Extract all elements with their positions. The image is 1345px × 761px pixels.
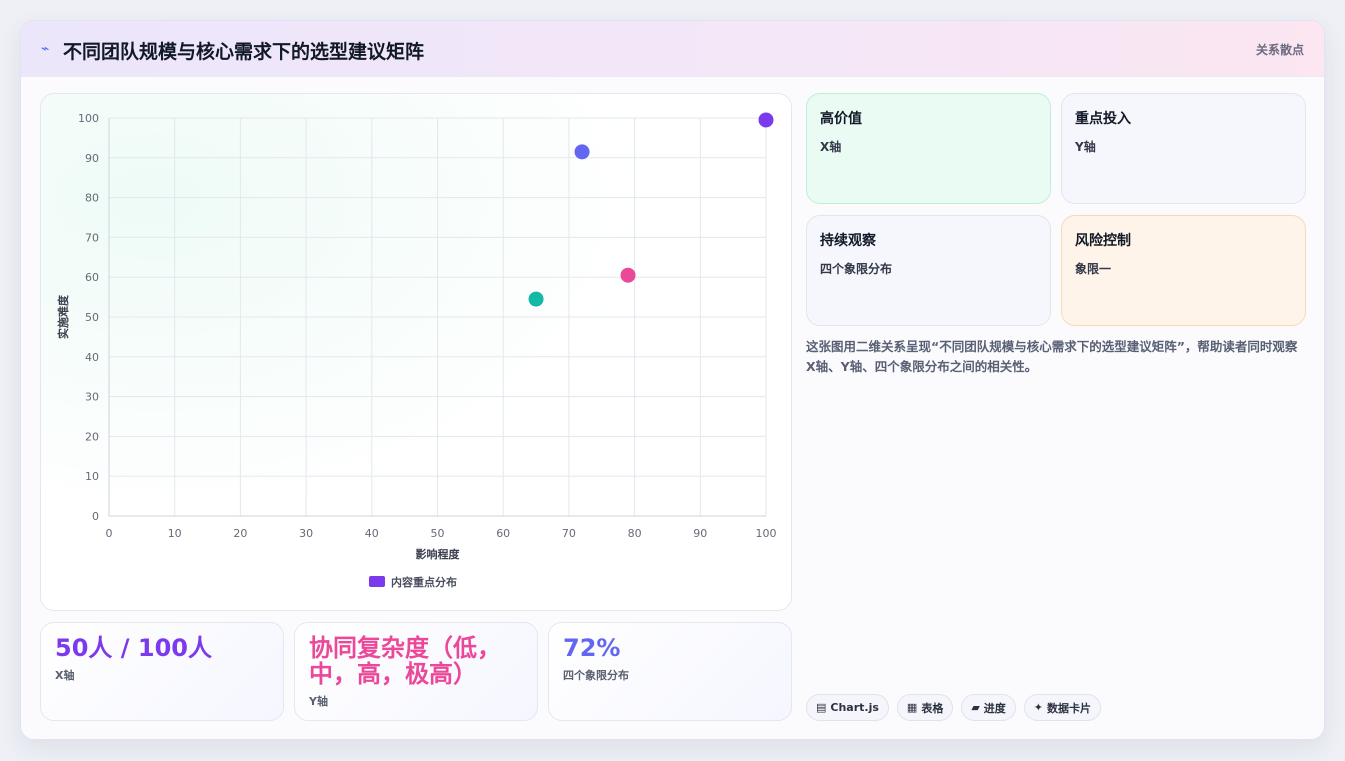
chart-icon: ▤ xyxy=(816,701,827,714)
x-tick-label: 60 xyxy=(496,527,510,540)
quadrant-card-observe: 持续观察 四个象限分布 xyxy=(806,215,1051,326)
data-point xyxy=(528,291,544,307)
stat-value: 50人 / 100人 xyxy=(55,634,212,662)
header: ⌁ 不同团队规模与核心需求下的选型建议矩阵 关系散点 xyxy=(21,21,1324,77)
chart-type-tag[interactable]: 关系散点 xyxy=(1256,41,1304,58)
y-tick-label: 10 xyxy=(85,470,99,483)
y-tick-label: 80 xyxy=(85,192,99,205)
stat-card-quadrant: 72% 四个象限分布 xyxy=(548,622,792,721)
y-tick-label: 50 xyxy=(85,311,99,324)
x-tick-label: 10 xyxy=(168,527,182,540)
data-point xyxy=(574,144,590,160)
chip-label: 表格 xyxy=(921,701,944,715)
chip-label: 进度 xyxy=(983,701,1006,715)
table-icon: ▦ xyxy=(906,701,918,714)
stat-card-y: 协同复杂度（低，中，高，极高） Y轴 xyxy=(294,622,538,721)
scatter-chart: 0 10 20 30 40 50 60 70 80 90 100 0 10 20 30 40 50 60 70 80 9… xyxy=(56,112,777,589)
quadrant-sub: X轴 xyxy=(820,140,842,154)
y-tick-label: 70 xyxy=(85,231,99,244)
chip-data-card[interactable]: ✦ 数据卡片 xyxy=(1023,694,1102,721)
quadrant-card-focus: 重点投入 Y轴 xyxy=(1061,93,1306,204)
quadrant-title: 风险控制 xyxy=(1075,233,1131,249)
data-point xyxy=(758,112,774,128)
stat-label: 四个象限分布 xyxy=(563,669,629,682)
y-tick-label: 90 xyxy=(85,152,99,165)
lightning-icon: ⌁ xyxy=(41,41,50,57)
y-tick-label: 30 xyxy=(85,391,99,404)
quadrant-sub: Y轴 xyxy=(1075,140,1096,154)
chip-table[interactable]: ▦ 表格 xyxy=(896,694,954,721)
x-tick-label: 0 xyxy=(106,527,113,540)
chip-list: ▤ Chart.js ▦ 表格 ▰ 进度 ✦ 数据卡片 xyxy=(806,694,1102,721)
chip-chartjs[interactable]: ▤ Chart.js xyxy=(806,694,889,721)
chip-label: Chart.js xyxy=(830,701,879,714)
stat-value: 协同复杂度（低，中，高，极高） xyxy=(309,634,501,688)
stat-label: X轴 xyxy=(55,669,75,682)
y-tick-label: 0 xyxy=(92,510,99,523)
y-tick-label: 100 xyxy=(78,112,99,125)
chart-description: 这张图用二维关系呈现“不同团队规模与核心需求下的选型建议矩阵”，帮助读者同时观察… xyxy=(806,339,1298,374)
y-tick-label: 20 xyxy=(85,430,99,443)
quadrant-title: 持续观察 xyxy=(820,233,876,249)
sparkle-icon: ✦ xyxy=(1033,701,1044,714)
page-title: 不同团队规模与核心需求下的选型建议矩阵 xyxy=(63,41,425,63)
quadrant-title: 重点投入 xyxy=(1075,111,1131,127)
quadrant-sub: 象限一 xyxy=(1075,262,1112,276)
x-tick-label: 70 xyxy=(562,527,576,540)
quadrant-title: 高价值 xyxy=(820,111,862,127)
x-tick-label: 20 xyxy=(233,527,247,540)
quadrant-card-high-value: 高价值 X轴 xyxy=(806,93,1051,204)
x-tick-label: 90 xyxy=(693,527,707,540)
main-card: ⌁ 不同团队规模与核心需求下的选型建议矩阵 关系散点 0 10 20 30 40 50 60… xyxy=(20,20,1325,740)
data-point xyxy=(620,267,636,283)
x-tick-label: 30 xyxy=(299,527,313,540)
stat-value: 72% xyxy=(563,634,621,662)
y-tick-label: 60 xyxy=(85,271,99,284)
legend-swatch xyxy=(369,576,385,587)
quadrant-card-risk: 风险控制 象限一 xyxy=(1061,215,1306,326)
x-tick-label: 100 xyxy=(756,527,777,540)
x-axis-label: 影响程度 xyxy=(416,547,461,561)
stat-label: Y轴 xyxy=(309,695,328,708)
x-tick-label: 40 xyxy=(365,527,379,540)
y-axis-label: 实施难度 xyxy=(56,294,70,339)
legend-label: 内容重点分布 xyxy=(391,575,457,589)
stat-card-x: 50人 / 100人 X轴 xyxy=(40,622,284,721)
chip-label: 数据卡片 xyxy=(1047,701,1092,715)
y-tick-label: 40 xyxy=(85,351,99,364)
chart-panel: 0 10 20 30 40 50 60 70 80 90 100 0 10 20 30 40 50 60 70 80 9… xyxy=(40,93,792,611)
chip-progress[interactable]: ▰ 进度 xyxy=(961,694,1016,721)
quadrant-sub: 四个象限分布 xyxy=(820,262,893,276)
x-tick-label: 80 xyxy=(628,527,642,540)
x-tick-label: 50 xyxy=(431,527,445,540)
progress-icon: ▰ xyxy=(971,701,980,714)
